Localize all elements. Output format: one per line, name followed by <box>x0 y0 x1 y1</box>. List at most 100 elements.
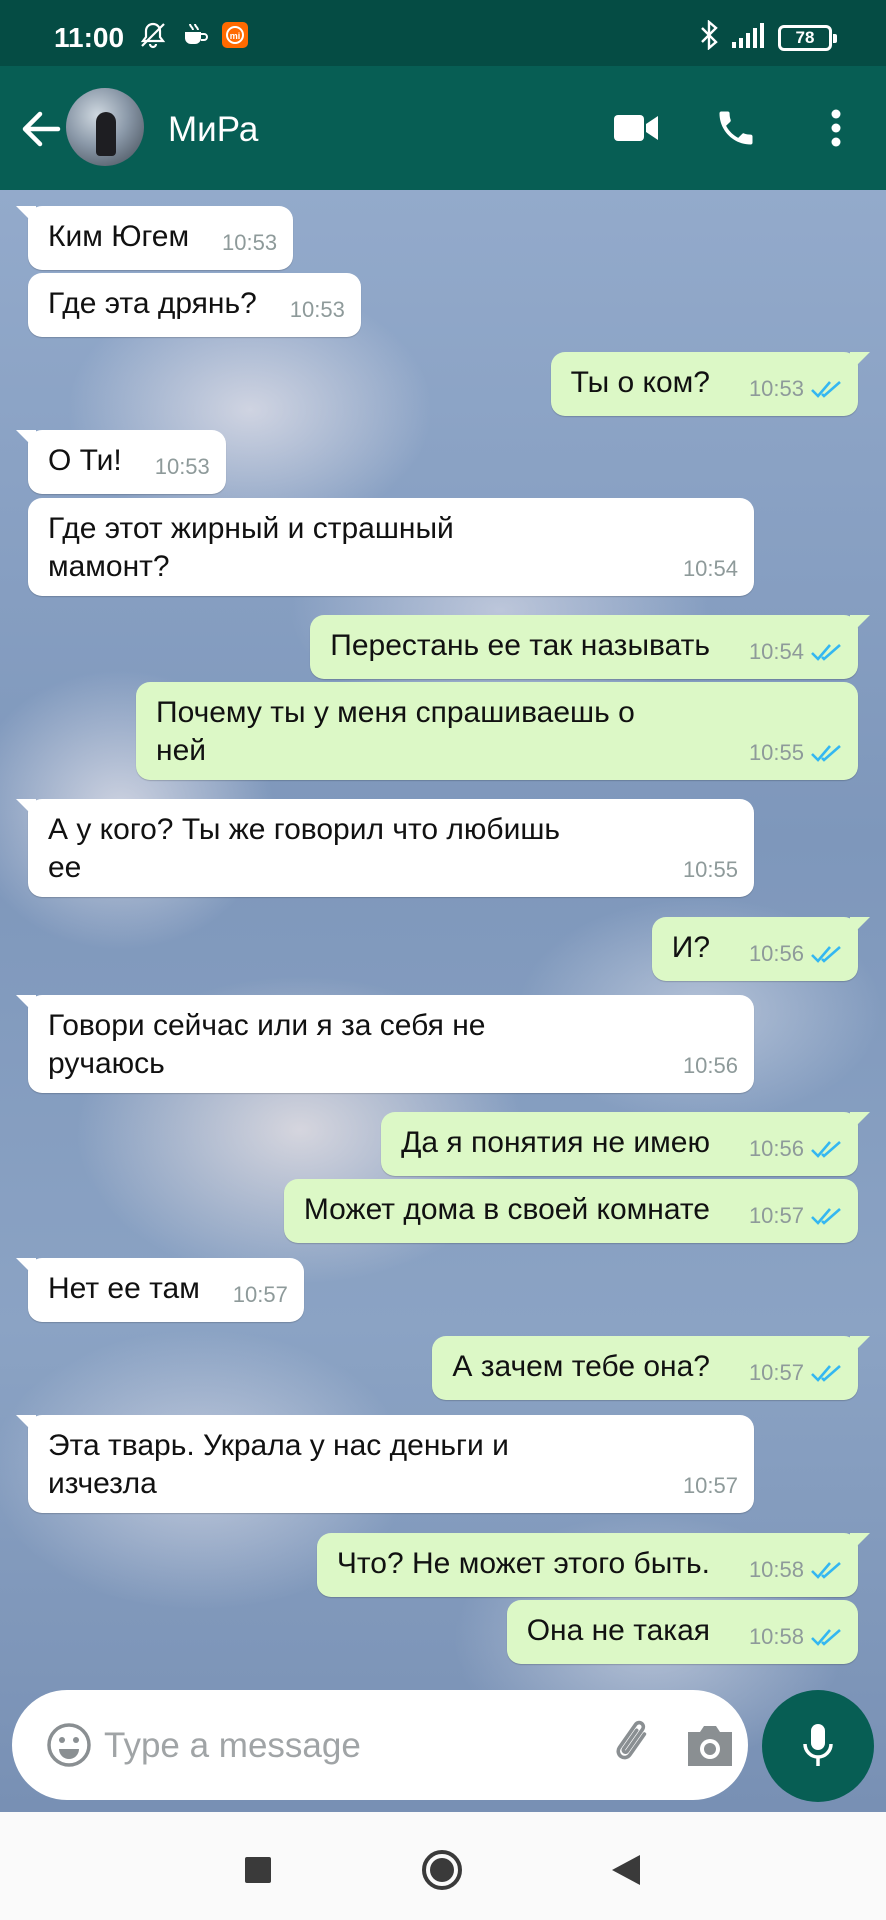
message-time: 10:56 <box>682 1053 738 1078</box>
incoming-message[interactable]: Эта тварь. Украла у нас деньги и изчезла… <box>16 1415 754 1513</box>
read-ticks-icon <box>811 644 841 661</box>
outgoing-message[interactable]: Она не такая 10:58 <box>506 1600 858 1664</box>
message-time: 10:55 <box>748 740 804 765</box>
outgoing-message[interactable]: Что? Не может этого быть. 10:58 <box>316 1533 870 1597</box>
square-icon <box>245 1857 271 1883</box>
message-meta: 10:55 <box>749 734 844 772</box>
status-bar: 11:00 mi 78 <box>0 0 886 66</box>
message-time: 10:54 <box>682 556 738 581</box>
outgoing-message[interactable]: И? 10:56 <box>651 917 870 981</box>
message-meta: 10:53 <box>749 370 844 408</box>
outgoing-message[interactable]: Может дома в своей комнате 10:57 <box>283 1179 858 1243</box>
message-text: Почему ты у меня спрашиваешь о ней <box>156 696 635 767</box>
message-time: 10:53 <box>748 376 804 401</box>
attach-icon[interactable] <box>604 1714 664 1776</box>
incoming-message[interactable]: Ким Югем 10:53 <box>16 206 294 270</box>
bubble-tail <box>850 917 870 937</box>
back-arrow-icon[interactable] <box>14 102 68 156</box>
mi-icon: mi <box>222 22 248 48</box>
message-meta: 10:54 <box>749 633 844 671</box>
message-meta: 10:53 <box>222 224 277 262</box>
camera-icon[interactable] <box>682 1718 738 1774</box>
mic-button[interactable] <box>762 1690 874 1802</box>
read-ticks-icon <box>811 1629 841 1646</box>
outgoing-message[interactable]: Перестань ее так называть 10:54 <box>310 615 870 679</box>
home-button[interactable] <box>412 1840 472 1900</box>
system-nav-bar <box>0 1812 886 1920</box>
signal-icon <box>732 23 764 48</box>
message-meta: 10:56 <box>749 1130 844 1168</box>
incoming-message[interactable]: Где эта дрянь? 10:53 <box>28 273 361 337</box>
outgoing-message[interactable]: Почему ты у меня спрашиваешь о ней 10:55 <box>136 682 858 780</box>
emoji-icon[interactable] <box>42 1718 96 1772</box>
message-time: 10:57 <box>748 1360 804 1385</box>
read-ticks-icon <box>811 1562 841 1579</box>
message-text: Эта тварь. Украла у нас деньги и изчезла <box>48 1429 509 1500</box>
outgoing-message[interactable]: А зачем тебе она? 10:57 <box>432 1336 870 1400</box>
message-meta: 10:58 <box>749 1618 844 1656</box>
chat-header: МиРа <box>0 66 886 190</box>
message-composer <box>12 1690 748 1800</box>
read-ticks-icon <box>811 381 841 398</box>
incoming-message[interactable]: Где этот жирный и страшный мамонт? 10:54 <box>28 498 754 596</box>
circle-icon <box>422 1850 462 1890</box>
bubble-tail <box>850 352 870 372</box>
message-meta: 10:53 <box>290 291 345 329</box>
message-text: Говори сейчас или я за себя не ручаюсь <box>48 1009 486 1080</box>
incoming-message[interactable]: О Ти! 10:53 <box>16 430 226 494</box>
read-ticks-icon <box>811 1141 841 1158</box>
incoming-message[interactable]: Говори сейчас или я за себя не ручаюсь 1… <box>16 995 754 1093</box>
bubble-tail <box>16 1258 36 1278</box>
read-ticks-icon <box>811 745 841 762</box>
message-time: 10:56 <box>748 1136 804 1161</box>
more-vert-icon[interactable] <box>796 88 876 168</box>
message-time: 10:56 <box>748 941 804 966</box>
battery-icon: 78 <box>778 25 837 51</box>
message-text: Где этот жирный и страшный мамонт? <box>48 512 454 583</box>
message-time: 10:58 <box>748 1557 804 1582</box>
message-time: 10:58 <box>748 1624 804 1649</box>
message-meta: 10:57 <box>683 1467 738 1505</box>
bubble-tail <box>16 430 36 450</box>
bubble-tail <box>16 206 36 226</box>
incoming-message[interactable]: А у кого? Ты же говорил что любишь ее 10… <box>16 799 754 897</box>
video-call-icon[interactable] <box>596 88 676 168</box>
message-meta: 10:55 <box>683 851 738 889</box>
outgoing-message[interactable]: Да я понятия не имею 10:56 <box>381 1112 870 1176</box>
bubble-tail <box>850 615 870 635</box>
message-input[interactable] <box>104 1718 574 1774</box>
read-ticks-icon <box>811 946 841 963</box>
message-meta: 10:57 <box>749 1354 844 1392</box>
message-meta: 10:57 <box>749 1197 844 1235</box>
message-list[interactable]: Ким Югем 10:53 Где эта дрянь? 10:53 Ты о… <box>0 190 886 1812</box>
message-time: 10:57 <box>232 1282 288 1307</box>
bubble-tail <box>16 799 36 819</box>
voice-call-icon[interactable] <box>696 88 776 168</box>
message-meta: 10:53 <box>155 448 210 486</box>
bubble-tail <box>850 1336 870 1356</box>
outgoing-message[interactable]: Ты о ком? 10:53 <box>550 352 870 416</box>
avatar[interactable] <box>66 88 144 166</box>
read-ticks-icon <box>811 1208 841 1225</box>
read-ticks-icon <box>811 1365 841 1382</box>
bubble-tail <box>850 1533 870 1553</box>
bubble-tail <box>16 1415 36 1435</box>
battery-level: 78 <box>795 28 815 47</box>
message-meta: 10:54 <box>683 550 738 588</box>
back-button[interactable] <box>596 1840 656 1900</box>
triangle-back-icon <box>612 1855 640 1885</box>
message-meta: 10:56 <box>683 1047 738 1085</box>
recents-button[interactable] <box>228 1840 288 1900</box>
contact-name[interactable]: МиРа <box>168 110 258 150</box>
message-time: 10:57 <box>748 1203 804 1228</box>
bubble-tail <box>16 995 36 1015</box>
message-time: 10:54 <box>748 639 804 664</box>
status-time: 11:00 <box>54 22 125 53</box>
message-time: 10:53 <box>289 297 345 322</box>
coffee-icon <box>185 23 208 44</box>
svg-text:mi: mi <box>230 31 241 41</box>
mic-icon <box>803 1724 833 1766</box>
incoming-message[interactable]: Нет ее там 10:57 <box>16 1258 304 1322</box>
mute-bell-icon <box>140 22 166 49</box>
message-meta: 10:57 <box>233 1276 288 1314</box>
